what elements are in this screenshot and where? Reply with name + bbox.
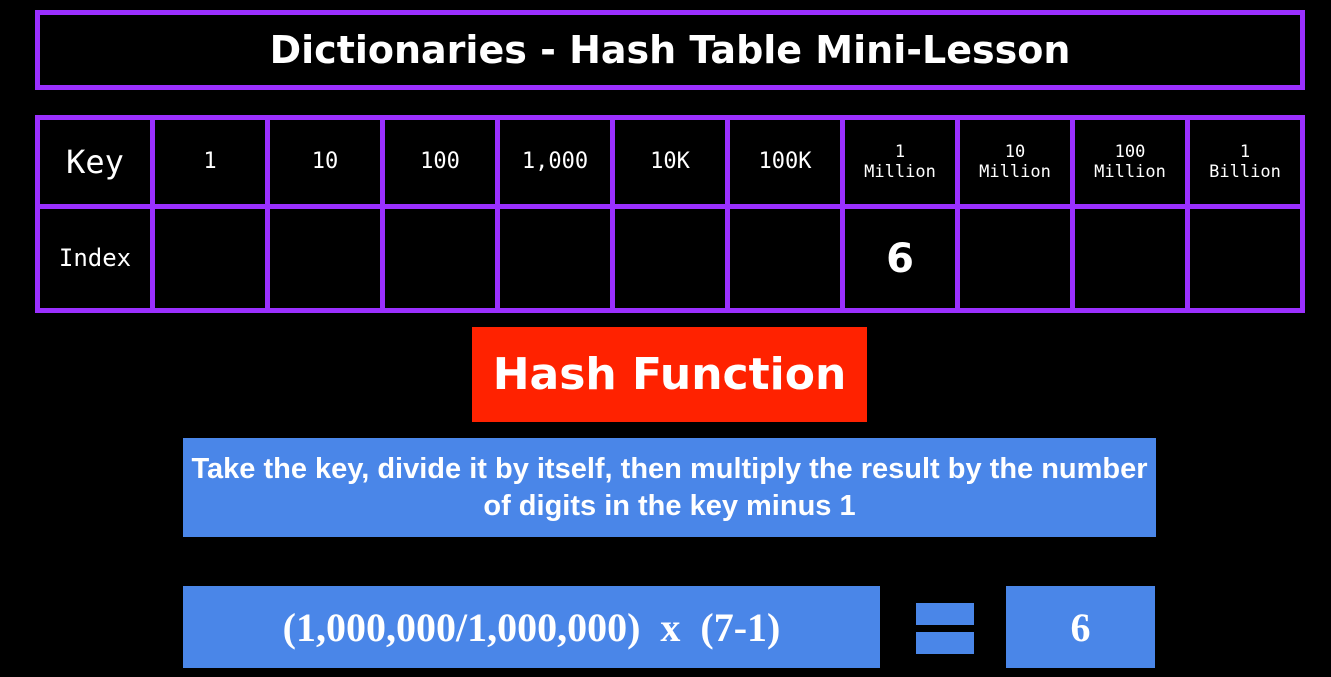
key-cell: 1: [150, 114, 270, 210]
key-text: 10: [1004, 141, 1026, 162]
index-cell: [150, 204, 270, 313]
key-cell: 1,000: [495, 114, 615, 210]
index-cell: 6: [840, 204, 960, 313]
key-text: 100: [420, 149, 460, 175]
equals-bar-top: [916, 603, 974, 625]
key-text: Million: [1094, 162, 1166, 183]
equals-bar-bottom: [916, 632, 974, 654]
key-text: 1: [203, 149, 217, 175]
key-cell: 1 Million: [840, 114, 960, 210]
page-title: Dictionaries - Hash Table Mini-Lesson: [35, 10, 1305, 90]
index-cell: [1185, 204, 1305, 313]
hash-table: Key 1 10 100 1,000 10K 100K 1 Million 10 M…: [35, 114, 1305, 313]
key-text: 1,000: [521, 149, 589, 175]
key-cell: 100: [380, 114, 500, 210]
key-text: 10: [311, 149, 339, 175]
index-cell: [265, 204, 385, 313]
key-text: 1: [1239, 141, 1251, 162]
formula: (1,000,000/1,000,000) x (7-1): [183, 586, 880, 668]
key-text: Billion: [1209, 162, 1281, 183]
key-cell: 10: [265, 114, 385, 210]
key-cell: 10K: [610, 114, 730, 210]
index-label: Index: [35, 204, 155, 313]
key-cell: 1 Billion: [1185, 114, 1305, 210]
key-text: 100: [1114, 141, 1146, 162]
key-text: 100K: [758, 149, 812, 175]
key-row: Key 1 10 100 1,000 10K 100K 1 Million 10 M…: [35, 114, 1305, 210]
key-text: 10K: [650, 149, 690, 175]
index-row: Index 6: [35, 204, 1305, 313]
index-cell: [610, 204, 730, 313]
key-cell: 100K: [725, 114, 845, 210]
key-cell: 100 Million: [1070, 114, 1190, 210]
result: 6: [1006, 586, 1155, 668]
key-text: 1: [894, 141, 906, 162]
index-cell: [495, 204, 615, 313]
index-cell: [1070, 204, 1190, 313]
key-text: Million: [864, 162, 936, 183]
index-cell: [725, 204, 845, 313]
key-label: Key: [35, 114, 155, 210]
hash-function-description: Take the key, divide it by itself, then …: [183, 438, 1156, 537]
index-cell: [955, 204, 1075, 313]
key-cell: 10 Million: [955, 114, 1075, 210]
index-cell: [380, 204, 500, 313]
key-text: Million: [979, 162, 1051, 183]
hash-function-label: Hash Function: [472, 327, 867, 422]
